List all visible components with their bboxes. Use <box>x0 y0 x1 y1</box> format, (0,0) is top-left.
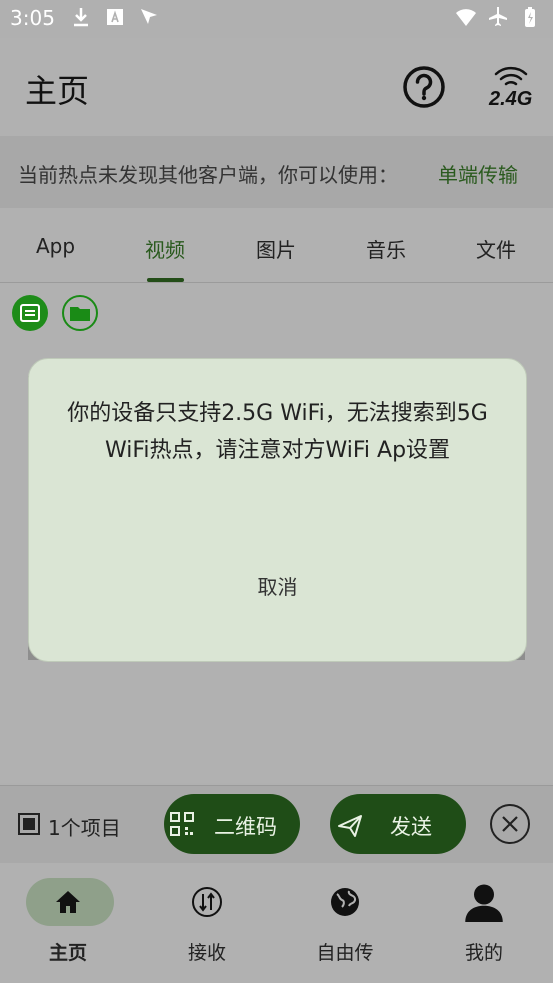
cancel-button[interactable]: 取消 <box>29 571 526 600</box>
client-notice: 当前热点未发现其他客户端，你可以使用： 单端传输 <box>0 136 553 208</box>
home-icon <box>56 891 80 913</box>
selected-count: 1个项目 <box>48 816 121 840</box>
tab-music[interactable]: 音乐 <box>366 234 406 263</box>
selection-action-bar: 1个项目 二维码 发送 <box>0 785 553 864</box>
download-icon <box>74 8 88 27</box>
close-icon <box>502 816 518 832</box>
qr-code-label: 二维码 <box>214 815 277 839</box>
dialog-message: 你的设备只支持2.5G WiFi，无法搜索到5G WiFi热点，请注意对方WiF… <box>67 401 488 463</box>
tab-files[interactable]: 文件 <box>476 234 516 263</box>
qr-code-icon <box>170 812 194 836</box>
nav-receive-label: 接收 <box>187 942 226 964</box>
active-tab-indicator <box>147 278 184 282</box>
person-icon <box>465 884 503 922</box>
file-list-icon <box>20 304 40 322</box>
receive-icon <box>192 887 222 917</box>
bottom-navigation: 主页 接收 自由传 我的 <box>0 863 553 983</box>
status-bar: 3:05 <box>0 0 553 38</box>
file-manager-button[interactable] <box>12 295 48 331</box>
navigation-arrow-icon <box>141 9 157 24</box>
nav-mine-label: 我的 <box>464 942 503 964</box>
page-title: 主页 <box>25 72 90 110</box>
wifi-band-icon[interactable]: 2.4G <box>486 60 536 108</box>
wifi-warning-dialog: 你的设备只支持2.5G WiFi，无法搜索到5G WiFi热点，请注意对方WiF… <box>28 358 527 662</box>
wifi-band-label: 2.4G <box>488 88 532 108</box>
font-a-icon <box>107 9 123 25</box>
folder-button[interactable] <box>62 295 98 331</box>
notice-message: 当前热点未发现其他客户端，你可以使用： <box>18 163 398 187</box>
airplane-icon <box>489 7 507 26</box>
nav-free-transfer[interactable]: 自由传 <box>290 878 400 968</box>
send-button[interactable]: 发送 <box>330 794 466 854</box>
select-all-checkbox[interactable] <box>18 813 40 835</box>
send-icon <box>338 815 362 837</box>
folder-icon <box>70 307 90 321</box>
clear-selection-button[interactable] <box>490 804 530 844</box>
send-label: 发送 <box>390 815 432 839</box>
tab-app[interactable]: App <box>36 234 75 258</box>
nav-home[interactable]: 主页 <box>13 878 123 968</box>
system-icons <box>455 6 541 28</box>
category-tabs: App 视频 图片 音乐 文件 <box>0 208 553 283</box>
nav-free-transfer-label: 自由传 <box>316 942 374 964</box>
nav-home-label: 主页 <box>48 942 87 964</box>
wifi-signal-icon <box>456 9 476 26</box>
help-icon[interactable] <box>402 65 446 109</box>
single-transfer-link[interactable]: 单端传输 <box>438 159 518 188</box>
app-bar: 主页 2.4G <box>0 38 553 136</box>
nav-mine[interactable]: 我的 <box>429 878 539 968</box>
status-time: 3:05 <box>10 6 55 30</box>
notification-icons <box>70 6 160 28</box>
tab-video[interactable]: 视频 <box>145 234 185 263</box>
battery-icon <box>525 7 535 27</box>
qr-code-button[interactable]: 二维码 <box>164 794 300 854</box>
nav-receive[interactable]: 接收 <box>152 878 262 968</box>
globe-icon <box>331 888 359 916</box>
tab-pictures[interactable]: 图片 <box>256 234 296 263</box>
